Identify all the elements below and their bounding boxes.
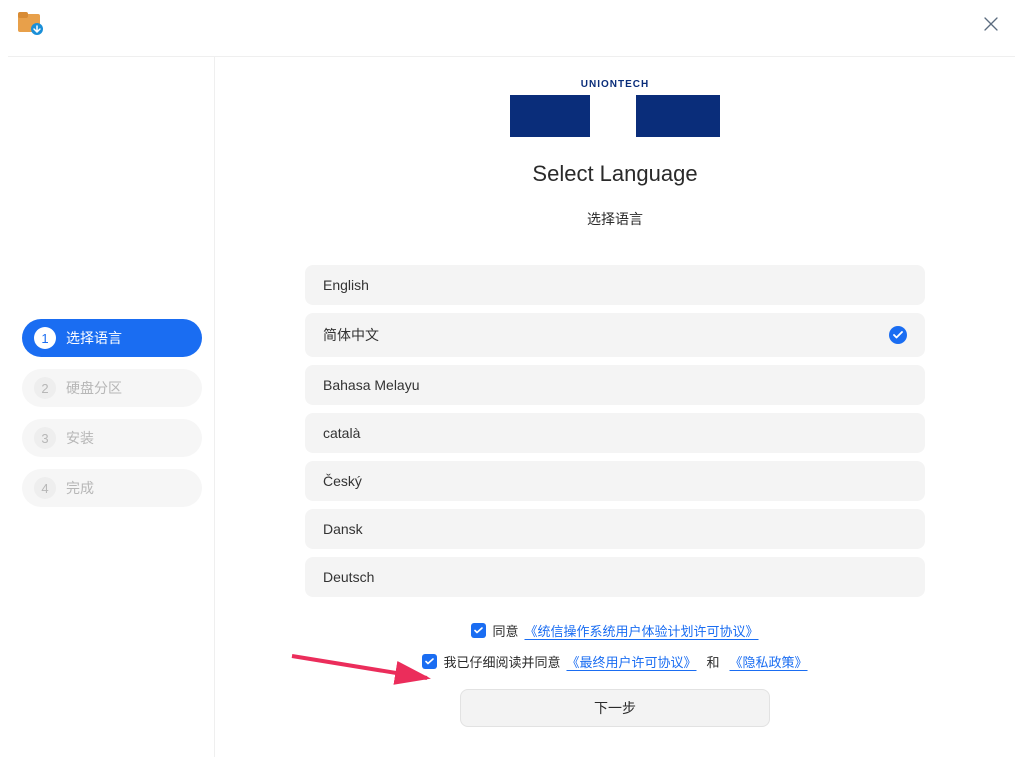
eula-link[interactable]: 《最终用户许可协议》 <box>566 652 696 671</box>
agreement-uex: 同意 《统信操作系统用户体验计划许可协议》 <box>422 621 807 640</box>
logo-label: UNIONTECH <box>573 77 657 92</box>
titlebar-left <box>16 10 44 38</box>
main-area: UNIONTECH Select Language 选择语言 English 简… <box>215 56 1015 757</box>
language-item-chinese[interactable]: 简体中文 <box>305 313 925 357</box>
step-number: 1 <box>34 327 56 349</box>
sidebar-step-install: 3 安装 <box>22 419 202 457</box>
close-icon <box>984 17 998 31</box>
logo-graphic: UNIONTECH <box>510 77 720 137</box>
eula-and: 和 <box>707 652 720 671</box>
uex-link[interactable]: 《统信操作系统用户体验计划许可协议》 <box>525 621 759 640</box>
language-label: Dansk <box>323 521 363 537</box>
sidebar-step-done: 4 完成 <box>22 469 202 507</box>
next-button-label: 下一步 <box>594 698 636 718</box>
agreements: 同意 《统信操作系统用户体验计划许可协议》 我已仔细阅读并同意 《最终用户许可协… <box>422 621 807 671</box>
page-subtitle: 选择语言 <box>587 209 643 229</box>
language-label: català <box>323 425 360 441</box>
step-label: 选择语言 <box>66 328 122 348</box>
sidebar: 1 选择语言 2 硬盘分区 3 安装 4 完成 <box>8 56 215 757</box>
language-item-czech[interactable]: Český <box>305 461 925 501</box>
language-label: Deutsch <box>323 569 374 585</box>
step-label: 完成 <box>66 478 94 498</box>
uex-checkbox[interactable] <box>471 623 486 638</box>
language-item-danish[interactable]: Dansk <box>305 509 925 549</box>
app-icon <box>16 10 44 38</box>
step-label: 安装 <box>66 428 94 448</box>
language-label: 简体中文 <box>323 325 379 345</box>
eula-text: 我已仔细阅读并同意 <box>443 652 560 671</box>
close-button[interactable] <box>975 8 1007 40</box>
window-content: 1 选择语言 2 硬盘分区 3 安装 4 完成 UNIONTECH Select… <box>0 48 1023 761</box>
next-button[interactable]: 下一步 <box>460 689 770 727</box>
privacy-link[interactable]: 《隐私政策》 <box>730 652 808 671</box>
titlebar <box>0 0 1023 48</box>
agreement-eula: 我已仔细阅读并同意 《最终用户许可协议》 和 《隐私政策》 <box>422 652 807 671</box>
step-label: 硬盘分区 <box>66 378 122 398</box>
language-item-malay[interactable]: Bahasa Melayu <box>305 365 925 405</box>
language-item-german[interactable]: Deutsch <box>305 557 925 597</box>
language-list[interactable]: English 简体中文 Bahasa Melayu català Český … <box>305 265 925 597</box>
language-item-catalan[interactable]: català <box>305 413 925 453</box>
uex-text: 同意 <box>492 621 518 640</box>
language-label: English <box>323 277 369 293</box>
language-item-english[interactable]: English <box>305 265 925 305</box>
language-label: Bahasa Melayu <box>323 377 420 393</box>
page-title: Select Language <box>532 161 697 187</box>
step-number: 2 <box>34 377 56 399</box>
language-label: Český <box>323 473 362 489</box>
eula-checkbox[interactable] <box>422 654 437 669</box>
sidebar-step-language[interactable]: 1 选择语言 <box>22 319 202 357</box>
step-number: 3 <box>34 427 56 449</box>
step-number: 4 <box>34 477 56 499</box>
sidebar-step-partition: 2 硬盘分区 <box>22 369 202 407</box>
check-icon <box>889 326 907 344</box>
logo: UNIONTECH Select Language 选择语言 <box>510 77 720 229</box>
